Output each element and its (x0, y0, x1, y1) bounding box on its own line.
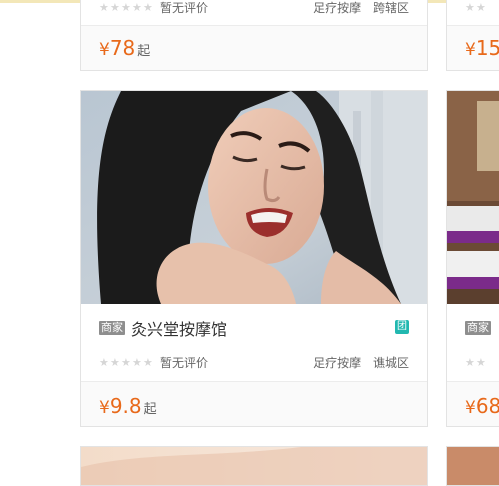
meta-row: ★ ★ (465, 354, 497, 370)
rating-stars: ★ ★ (465, 357, 487, 368)
star-icon: ★ (132, 0, 142, 14)
price: ¥ 9.8 起 (99, 394, 157, 418)
merchant-card[interactable]: 商家 灸兴堂按摩馆 团 ★ ★ ★ ★ ★ 暂无评价 足疗按摩 谯城区 ¥ 9.… (80, 90, 428, 427)
meta-row: ★ ★ (465, 0, 497, 15)
currency-symbol: ¥ (465, 40, 476, 60)
merchant-photo[interactable] (447, 91, 499, 304)
photo-image (447, 91, 499, 304)
price-value: 15 (475, 36, 499, 60)
merchant-tag: 商家 (99, 321, 125, 335)
price-value: 9.8 (109, 394, 142, 418)
title-row: 商家 (465, 317, 497, 339)
merchant-card[interactable] (446, 446, 499, 486)
price-suffix: 起 (137, 44, 151, 59)
star-icon: ★ (465, 355, 475, 369)
star-icon: ★ (110, 0, 120, 14)
merchant-card[interactable] (80, 446, 428, 486)
merchant-photo[interactable] (447, 447, 499, 485)
district-link[interactable]: 跨辖区 (373, 1, 409, 15)
price-value: 78 (109, 36, 136, 60)
price: ¥ 15 (465, 36, 499, 60)
price-area: ¥ 78 起 (81, 25, 427, 70)
rating-stars: ★ ★ ★ ★ ★ (99, 2, 154, 13)
currency-symbol: ¥ (99, 398, 110, 418)
merchant-photo[interactable] (81, 91, 427, 304)
star-icon: ★ (121, 0, 131, 14)
photo-image (81, 91, 427, 304)
price-area: ¥ 9.8 起 (81, 381, 427, 426)
rating-text: 暂无评价 (160, 355, 209, 370)
star-icon: ★ (143, 355, 153, 369)
star-icon: ★ (476, 0, 486, 14)
price-area: ¥ 15 (447, 25, 499, 70)
meta-row: ★ ★ ★ ★ ★ 暂无评价 足疗按摩 谯城区 (99, 354, 409, 371)
star-icon: ★ (476, 355, 486, 369)
star-icon: ★ (143, 0, 153, 14)
currency-symbol: ¥ (99, 40, 110, 60)
merchant-card[interactable]: ★ ★ ¥ 15 (446, 0, 499, 71)
category-link[interactable]: 足疗按摩 (313, 1, 361, 15)
photo-image (81, 447, 427, 485)
merchant-card[interactable]: 商家 ★ ★ ¥ 68 (446, 90, 499, 427)
rating-stars: ★ ★ (465, 2, 487, 13)
merchant-card[interactable]: ★ ★ ★ ★ ★ 暂无评价 足疗按摩 跨辖区 ¥ 78 起 (80, 0, 428, 71)
star-icon: ★ (121, 355, 131, 369)
price: ¥ 68 (465, 394, 499, 418)
rating-text: 暂无评价 (160, 0, 209, 15)
star-icon: ★ (110, 355, 120, 369)
meta-row: ★ ★ ★ ★ ★ 暂无评价 足疗按摩 跨辖区 (99, 0, 409, 16)
star-icon: ★ (465, 0, 475, 14)
tuan-group-icon[interactable]: 团 (395, 320, 409, 334)
district-link[interactable]: 谯城区 (373, 356, 409, 370)
currency-symbol: ¥ (465, 398, 476, 418)
merchant-photo[interactable] (81, 447, 427, 485)
category-link[interactable]: 足疗按摩 (313, 356, 361, 370)
price-suffix: 起 (143, 402, 157, 417)
merchant-name[interactable]: 灸兴堂按摩馆 (131, 316, 227, 340)
rating-stars: ★ ★ ★ ★ ★ (99, 357, 154, 368)
price: ¥ 78 起 (99, 36, 150, 60)
title-row: 商家 灸兴堂按摩馆 团 (99, 317, 409, 339)
price-area: ¥ 68 (447, 381, 499, 426)
merchant-tag: 商家 (465, 321, 491, 335)
price-value: 68 (475, 394, 499, 418)
star-icon: ★ (99, 0, 109, 14)
star-icon: ★ (99, 355, 109, 369)
star-icon: ★ (132, 355, 142, 369)
